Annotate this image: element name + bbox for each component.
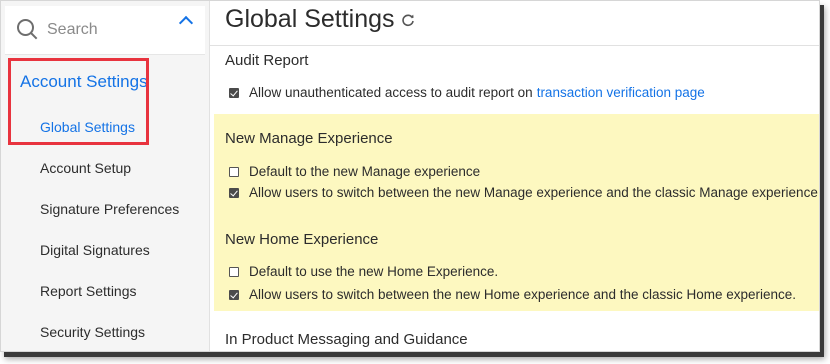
option-manage-default: Default to the new Manage experience — [229, 164, 480, 179]
checkbox-manage-default[interactable] — [229, 166, 239, 177]
page-title: Global Settings — [225, 5, 395, 33]
option-audit-access: Allow unauthenticated access to audit re… — [229, 85, 705, 100]
option-home-switch: Allow users to switch between the new Ho… — [229, 287, 796, 302]
sidebar-item-signature-preferences[interactable]: Signature Preferences — [40, 201, 179, 217]
search-placeholder: Search — [47, 21, 98, 38]
header-divider — [210, 45, 819, 46]
section-title-in-product-messaging: In Product Messaging and Guidance — [225, 331, 468, 348]
checkbox-manage-switch[interactable] — [229, 187, 239, 198]
refresh-icon[interactable] — [401, 13, 415, 27]
checkbox-home-switch[interactable] — [229, 289, 239, 300]
section-title-home-experience: New Home Experience — [225, 231, 379, 248]
option-home-default: Default to use the new Home Experience. — [229, 264, 498, 279]
sidebar-item-account-setup[interactable]: Account Setup — [40, 160, 131, 176]
sidebar-item-global-settings[interactable]: Global Settings — [40, 119, 135, 135]
option-label: Default to the new Manage experience — [249, 164, 481, 179]
checkbox-audit-access[interactable] — [229, 87, 239, 98]
checkbox-home-default[interactable] — [229, 266, 239, 277]
option-label: Allow users to switch between the new Ho… — [249, 287, 797, 302]
sidebar-item-report-settings[interactable]: Report Settings — [40, 283, 137, 299]
section-title-manage-experience: New Manage Experience — [225, 130, 393, 147]
option-label: Default to use the new Home Experience. — [249, 264, 499, 279]
search-input[interactable]: Search — [5, 6, 205, 55]
main-content: Global Settings Audit Report Allow unaut… — [210, 1, 819, 351]
option-label: Allow unauthenticated access to audit re… — [249, 85, 533, 100]
sidebar-item-security-settings[interactable]: Security Settings — [40, 324, 145, 340]
option-manage-switch: Allow users to switch between the new Ma… — [229, 185, 818, 200]
page-header: Global Settings — [225, 5, 415, 34]
section-title-audit-report: Audit Report — [225, 52, 309, 69]
search-icon — [17, 19, 39, 41]
sidebar: Search Account Settings Global Settings … — [1, 1, 210, 351]
option-label: Allow users to switch between the new Ma… — [249, 185, 818, 200]
sidebar-item-digital-signatures[interactable]: Digital Signatures — [40, 242, 150, 258]
app-window: Search Account Settings Global Settings … — [0, 0, 820, 352]
transaction-verification-link[interactable]: transaction verification page — [537, 85, 705, 100]
